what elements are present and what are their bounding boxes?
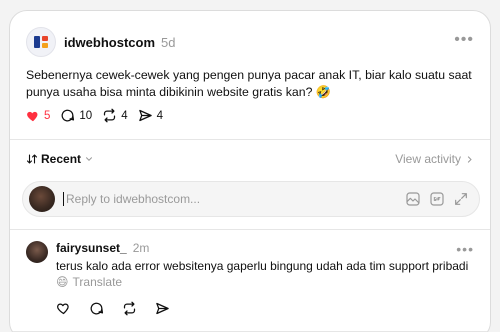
post-text: Sebenernya cewek-cewek yang pengen punya… (26, 68, 472, 99)
view-activity-link[interactable]: View activity (395, 152, 474, 166)
image-icon[interactable] (405, 191, 421, 207)
reply-tools (405, 191, 469, 207)
comment-translate: 😄 Translate (56, 275, 122, 289)
repost-icon[interactable] (122, 301, 137, 316)
sort-dropdown[interactable]: Recent (26, 152, 94, 166)
sort-row: Recent View activity (26, 151, 474, 167)
comment-avatar[interactable] (26, 241, 48, 263)
comment-emoji: 😄 (56, 275, 69, 289)
view-activity-label: View activity (395, 152, 461, 166)
current-user-avatar (29, 186, 55, 212)
comment-actions (56, 301, 170, 316)
translate-link[interactable]: Translate (73, 275, 123, 289)
sort-label: Recent (41, 152, 82, 166)
comment-text: terus kalo ada error websitenya gaperlu … (56, 259, 469, 273)
post-more-button[interactable]: ••• (454, 31, 474, 49)
post-time: 5d (161, 34, 176, 50)
comment-more-button[interactable]: ••• (456, 241, 474, 257)
reply-input[interactable] (63, 192, 393, 206)
comment-icon[interactable] (89, 301, 104, 316)
post-actions: 5 10 4 4 (26, 108, 163, 123)
comment-count: 10 (79, 109, 93, 122)
chevron-right-icon (467, 155, 472, 163)
send-icon (138, 109, 152, 122)
comment-icon (61, 109, 75, 122)
repost-icon (104, 108, 116, 123)
comment-header: fairysunset_ 2m (56, 241, 149, 255)
reply-composer (22, 181, 480, 217)
divider (10, 139, 490, 140)
comment-button[interactable]: 10 (60, 108, 92, 123)
brand-logo-icon (34, 36, 48, 48)
like-button[interactable]: 5 (26, 109, 50, 123)
share-count: 4 (156, 109, 164, 122)
like-count: 5 (44, 109, 51, 122)
repost-button[interactable]: 4 (102, 108, 128, 123)
gif-icon[interactable] (429, 191, 445, 207)
post-username[interactable]: idwebhostcom (64, 35, 155, 50)
thread-card: idwebhostcom 5d ••• Sebenernya cewek-cew… (9, 10, 491, 332)
send-icon[interactable] (155, 301, 170, 316)
repost-count: 4 (121, 109, 128, 122)
comment-time: 2m (132, 241, 150, 255)
post-header: idwebhostcom 5d ••• (26, 27, 474, 57)
divider (10, 229, 490, 230)
sort-icon (26, 154, 38, 164)
comment-item: fairysunset_ 2m ••• terus kalo ada error… (26, 239, 474, 329)
heart-filled-icon (27, 111, 38, 121)
expand-icon[interactable] (453, 191, 469, 207)
comment-username[interactable]: fairysunset_ (56, 241, 127, 255)
chevron-down-icon (86, 157, 93, 161)
heart-icon[interactable] (56, 301, 71, 316)
share-button[interactable]: 4 (138, 108, 163, 123)
avatar[interactable] (26, 27, 56, 57)
